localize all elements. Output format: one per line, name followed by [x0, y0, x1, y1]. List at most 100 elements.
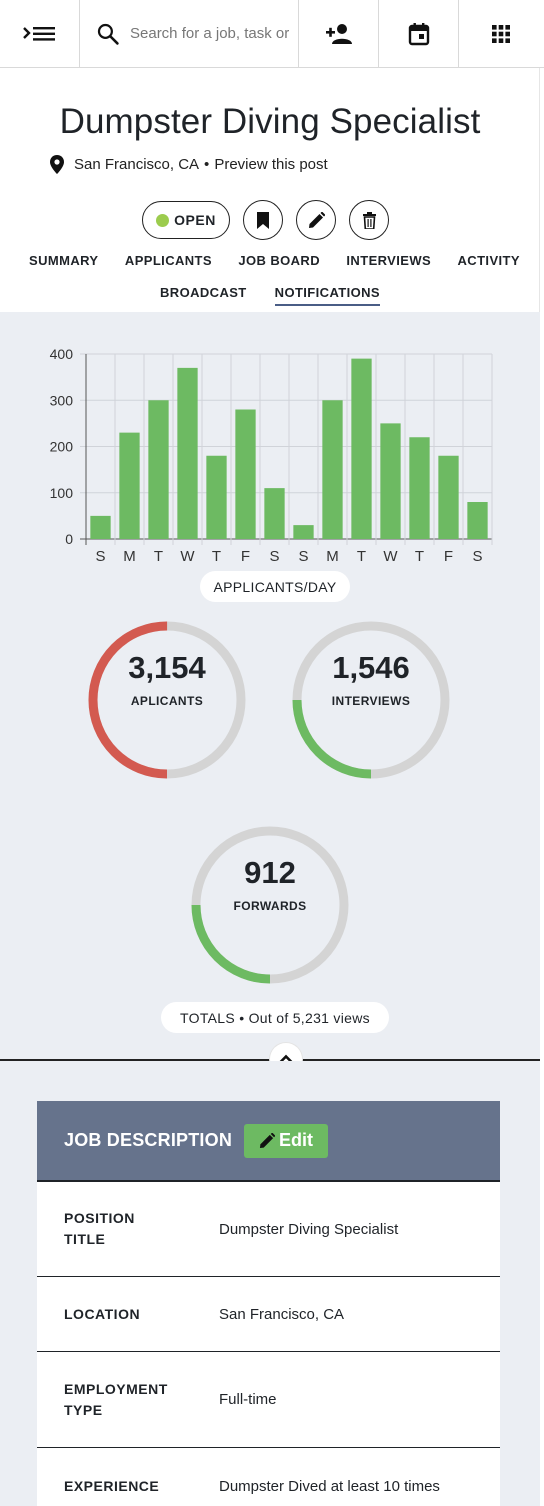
preview-post-link[interactable]: Preview this post — [214, 156, 327, 173]
status-label: OPEN — [174, 212, 216, 228]
tab-summary[interactable]: SUMMARY — [29, 253, 98, 268]
tabs-row-secondary: BROADCAST NOTIFICATIONS — [0, 285, 540, 306]
tab-notifications[interactable]: NOTIFICATIONS — [274, 285, 380, 306]
calendar-icon — [408, 22, 429, 45]
x-tick-label: S — [95, 548, 105, 565]
stats-panel: 0 100 200 300 400 S M T W T F S S M T W T F S APPLICANTS/D… — [0, 312, 540, 1060]
top-bar — [0, 0, 544, 68]
location-separator: • — [204, 156, 210, 173]
jd-label-line: TYPE — [64, 1401, 103, 1418]
x-tick-label: T — [212, 548, 221, 565]
y-tick-label: 100 — [50, 485, 74, 501]
bookmark-icon — [257, 211, 269, 229]
x-tick-label: M — [326, 548, 339, 565]
jd-value: San Francisco, CA — [219, 1305, 345, 1323]
jd-label: EXPERIENCE — [64, 1477, 160, 1494]
jd-label: LOCATION — [64, 1305, 141, 1322]
chart-bar — [119, 432, 140, 539]
chart-bar — [90, 515, 111, 539]
totals-caption: TOTALS • Out of 5,231 views — [161, 1002, 389, 1033]
x-tick-label: T — [154, 548, 163, 565]
jd-label-line: TITLE — [64, 1231, 106, 1247]
menu-expand-icon — [22, 26, 55, 41]
y-tick-label: 400 — [50, 346, 74, 362]
chart-bar — [467, 502, 488, 539]
applicants-bar-chart: 0100200300400S M T W T F S S M T W T F S — [50, 346, 493, 565]
y-tick-label: 300 — [50, 392, 74, 408]
interviews-label: INTERVIEWS — [331, 694, 411, 708]
x-tick-label: S — [472, 548, 482, 565]
jd-value: Full-time — [219, 1391, 277, 1408]
applicants-count: 3,154 — [128, 650, 206, 685]
search-icon — [97, 23, 119, 45]
x-tick-label: F — [444, 548, 453, 565]
job-actions: OPEN — [142, 200, 389, 240]
pencil-icon — [259, 1132, 276, 1148]
tab-broadcast[interactable]: BROADCAST — [160, 285, 247, 306]
job-location-line: San Francisco, CA • Preview this post — [50, 155, 328, 174]
tab-applicants[interactable]: APPLICANTS — [125, 253, 212, 268]
chart-bar — [293, 525, 314, 539]
x-tick-label: T — [415, 548, 424, 565]
job-location: San Francisco, CA — [74, 156, 200, 173]
tab-job-board[interactable]: JOB BOARD — [238, 253, 320, 268]
location-pin-icon — [50, 155, 64, 174]
job-description-title: JOB DESCRIPTION — [64, 1130, 233, 1150]
search-input[interactable] — [130, 25, 298, 42]
chart-caption: APPLICANTS/DAY — [200, 571, 350, 602]
applicants-donut: 3,154 APLICANTS — [84, 617, 250, 783]
calendar-button[interactable] — [379, 0, 459, 67]
interviews-donut: 1,546 INTERVIEWS — [288, 617, 454, 783]
job-description-card: JOB DESCRIPTION Edit POSITION TITLE Dump… — [37, 1101, 500, 1506]
add-user-icon — [325, 23, 352, 44]
trash-icon — [362, 211, 376, 229]
bookmark-button[interactable] — [243, 200, 283, 240]
jd-label-line: EMPLOYMENT — [64, 1380, 168, 1397]
jd-row-employment-type: EMPLOYMENT TYPE Full-time — [37, 1352, 500, 1448]
tabs-row-primary: SUMMARY APPLICANTS JOB BOARD INTERVIEWS … — [0, 253, 540, 268]
status-badge[interactable]: OPEN — [142, 201, 230, 239]
jd-value: Dumpster Dived at least 10 times — [219, 1477, 440, 1495]
tab-interviews[interactable]: INTERVIEWS — [346, 253, 431, 268]
apps-button[interactable] — [459, 0, 543, 67]
x-tick-label: S — [269, 548, 279, 565]
status-dot-icon — [156, 213, 170, 227]
x-tick-label: S — [298, 548, 308, 565]
jd-row-experience: EXPERIENCE Dumpster Dived at least 10 ti… — [37, 1448, 500, 1506]
y-tick-label: 0 — [65, 531, 73, 547]
forwards-count: 912 — [244, 855, 296, 890]
chart-bar — [264, 488, 285, 539]
jd-row-location: LOCATION San Francisco, CA — [37, 1277, 500, 1352]
interviews-count: 1,546 — [332, 650, 410, 685]
x-tick-label: T — [357, 548, 366, 565]
search-box[interactable] — [80, 0, 299, 67]
delete-button[interactable] — [349, 200, 389, 240]
applicants-label: APLICANTS — [130, 694, 204, 708]
jd-value: Dumpster Diving Specialist — [219, 1220, 399, 1238]
edit-button[interactable] — [296, 200, 336, 240]
x-tick-label: W — [383, 548, 398, 565]
job-description-header: JOB DESCRIPTION Edit — [37, 1101, 500, 1182]
chart-bar — [235, 409, 256, 539]
x-tick-label: M — [123, 548, 136, 565]
job-header: Dumpster Diving Specialist San Francisco… — [0, 68, 540, 312]
tab-activity[interactable]: ACTIVITY — [458, 253, 520, 268]
jd-label-line: POSITION — [64, 1210, 135, 1226]
jd-label: POSITION TITLE — [64, 1208, 219, 1250]
jd-label: EMPLOYMENT TYPE — [64, 1379, 219, 1421]
job-description-section: JOB DESCRIPTION Edit POSITION TITLE Dump… — [0, 1061, 540, 1506]
x-tick-label: W — [180, 548, 195, 565]
chart-bar — [380, 423, 401, 539]
x-tick-label: F — [241, 548, 250, 565]
y-tick-label: 200 — [50, 439, 74, 455]
jd-row-position-title: POSITION TITLE Dumpster Diving Specialis… — [37, 1182, 500, 1277]
page-title: Dumpster Diving Specialist — [59, 102, 481, 141]
add-user-button[interactable] — [299, 0, 379, 67]
menu-button[interactable] — [0, 0, 80, 67]
chart-bar — [322, 400, 343, 539]
edit-label: Edit — [279, 1130, 314, 1150]
apps-grid-icon — [492, 24, 510, 43]
forwards-label: FORWARDS — [233, 899, 307, 913]
chart-bar — [206, 455, 227, 539]
edit-description-button[interactable]: Edit — [244, 1123, 329, 1158]
